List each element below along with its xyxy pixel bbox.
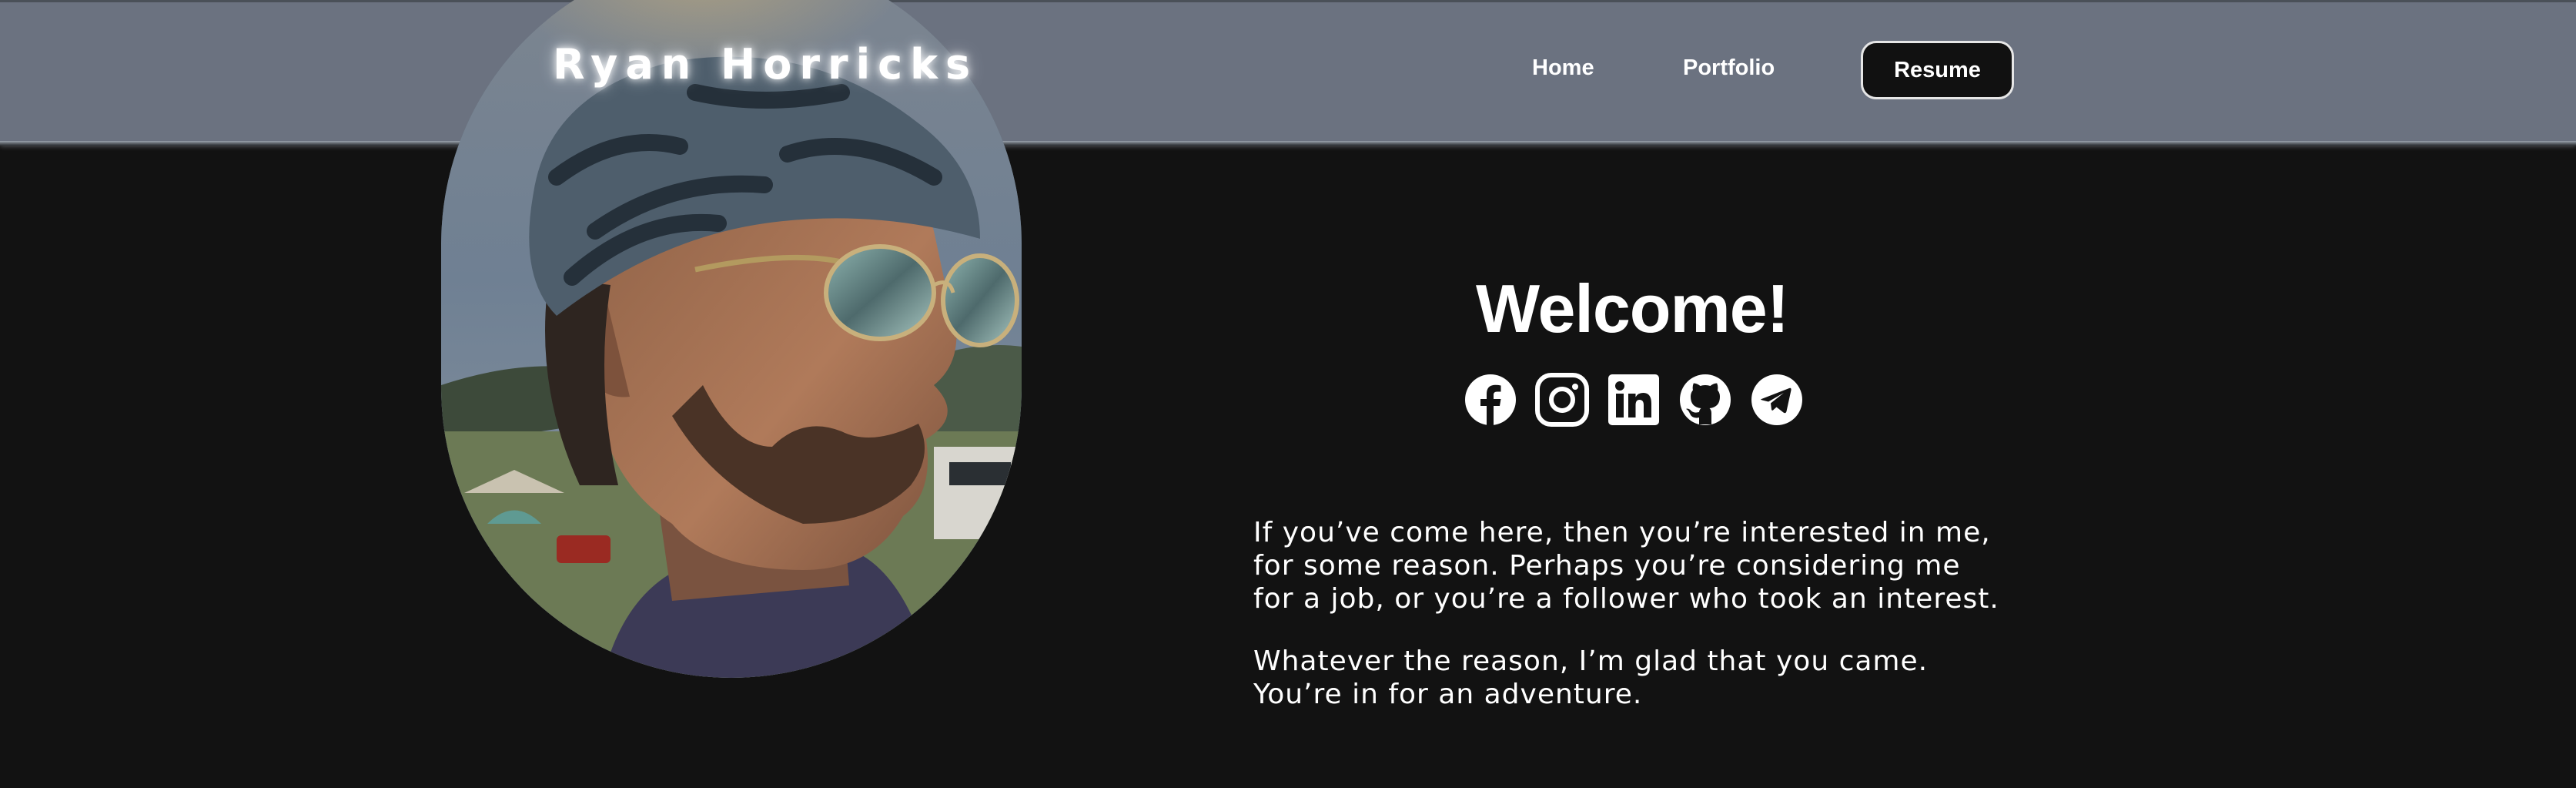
facebook-icon[interactable] xyxy=(1464,373,1517,427)
linkedin-icon[interactable] xyxy=(1607,373,1661,427)
resume-button[interactable]: Resume xyxy=(1861,41,2014,99)
nav-home-link[interactable]: Home xyxy=(1532,55,1594,81)
github-icon[interactable] xyxy=(1678,373,1732,427)
telegram-icon[interactable] xyxy=(1750,373,1804,427)
nav-portfolio-link[interactable]: Portfolio xyxy=(1683,55,1775,81)
intro-paragraph: If you’ve come here, then you’re interes… xyxy=(1253,517,1999,615)
profile-photo xyxy=(441,0,1022,678)
header-bar xyxy=(0,0,2576,143)
instagram-icon[interactable] xyxy=(1535,373,1589,427)
intro-text: If you’ve come here, then you’re interes… xyxy=(1253,516,2062,740)
intro-paragraph: Whatever the reason, I’m glad that you c… xyxy=(1253,645,1929,710)
header-divider xyxy=(0,141,2576,146)
social-icons-bar xyxy=(1463,373,1805,430)
welcome-heading: Welcome! xyxy=(1475,270,1789,347)
page: Ryan Horricks Home Portfolio Resume Welc… xyxy=(0,0,2576,788)
site-title[interactable]: Ryan Horricks xyxy=(553,40,978,89)
